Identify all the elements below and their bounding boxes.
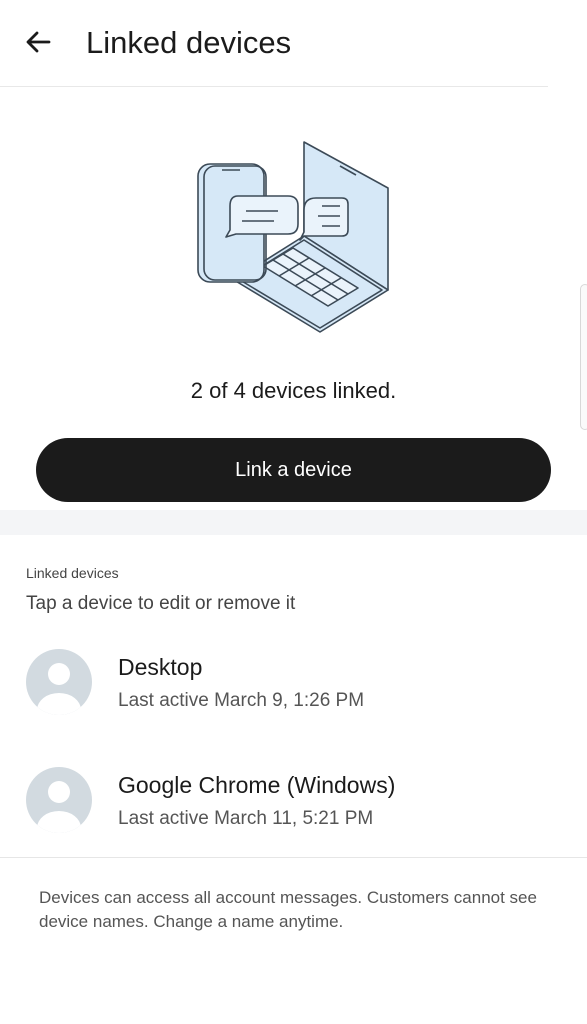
linked-count-status: 2 of 4 devices linked. xyxy=(190,378,397,403)
section-label: Linked devices xyxy=(26,565,119,581)
section-hint: Tap a device to edit or remove it xyxy=(26,593,296,614)
header-divider xyxy=(0,86,548,87)
footer-note: Devices can access all account messages.… xyxy=(39,888,537,931)
device-name: Google Chrome (Windows) xyxy=(118,772,396,798)
link-device-button[interactable]: Link a device xyxy=(36,438,551,502)
device-last-active: Last active March 9, 1:26 PM xyxy=(118,690,365,711)
device-name: Desktop xyxy=(118,654,203,680)
page-title: Linked devices xyxy=(86,25,292,60)
section-separator xyxy=(0,510,587,535)
device-row-desktop[interactable]: Desktop Last active March 9, 1:26 PM xyxy=(0,642,587,742)
person-avatar-icon xyxy=(26,649,92,715)
app-header: Linked devices xyxy=(0,0,587,86)
device-row-google-chrome[interactable]: Google Chrome (Windows) Last active Marc… xyxy=(0,760,587,860)
scrollbar-handle[interactable] xyxy=(580,284,587,430)
back-button[interactable] xyxy=(18,22,58,62)
footer-divider xyxy=(0,857,587,858)
person-avatar-icon xyxy=(26,767,92,833)
phone-laptop-chat-illustration xyxy=(197,141,389,333)
linked-devices-illustration xyxy=(190,138,400,338)
device-last-active: Last active March 11, 5:21 PM xyxy=(118,808,374,829)
arrow-left-icon xyxy=(26,31,51,53)
